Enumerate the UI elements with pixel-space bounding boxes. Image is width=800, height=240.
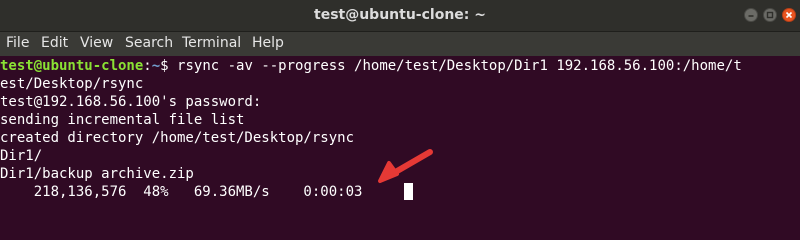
terminal-window: test@ubuntu-clone: ~ File Edit View Sear… bbox=[0, 0, 800, 238]
annotation-arrow-icon bbox=[378, 149, 433, 183]
